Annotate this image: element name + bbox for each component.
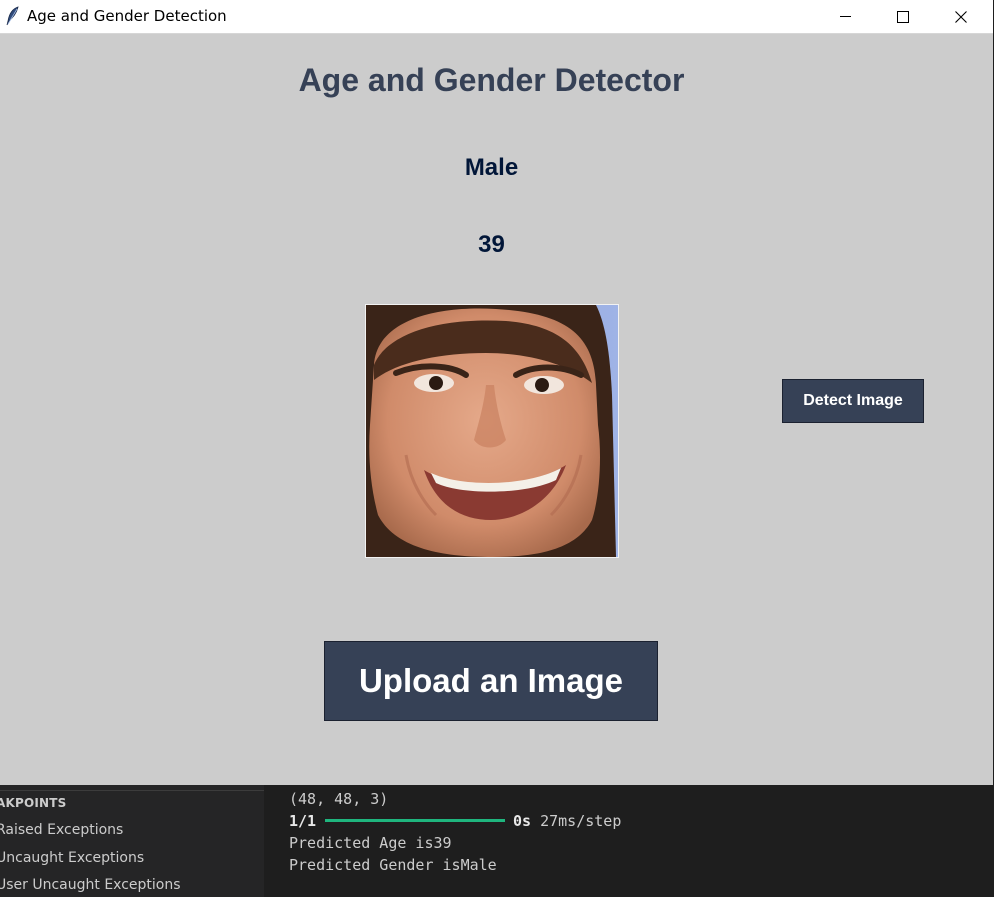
terminal-time: 0s xyxy=(513,812,532,830)
terminal-age-line: Predicted Age is39 xyxy=(289,834,452,852)
terminal-gender-line: Predicted Gender isMale xyxy=(289,856,497,874)
terminal-timing: 0s 27ms/step xyxy=(513,812,621,830)
minimize-icon xyxy=(839,16,851,17)
app-window: Age and Gender Detection Age and Gender … xyxy=(0,0,993,785)
terminal-output: (48, 48, 3) 1/1 0s 27ms/step Predicted A… xyxy=(264,785,994,897)
panel-divider xyxy=(0,790,264,791)
detect-image-button[interactable]: Detect Image xyxy=(782,379,924,423)
upload-image-button[interactable]: Upload an Image xyxy=(324,641,658,721)
window-title: Age and Gender Detection xyxy=(27,7,227,25)
maximize-button[interactable] xyxy=(874,0,932,33)
progress-bar xyxy=(325,819,505,822)
breakpoint-user-uncaught-exceptions[interactable]: User Uncaught Exceptions xyxy=(0,877,181,893)
age-result: 39 xyxy=(478,231,505,258)
page-title: Age and Gender Detector xyxy=(298,62,685,98)
terminal-step: 1/1 xyxy=(289,812,317,830)
face-photo xyxy=(366,305,618,557)
close-icon xyxy=(955,10,967,23)
maximize-icon xyxy=(897,10,909,23)
feather-icon xyxy=(6,6,19,26)
close-button[interactable] xyxy=(932,0,990,33)
terminal-shape-line: (48, 48, 3) xyxy=(289,790,389,808)
breakpoint-raised-exceptions[interactable]: Raised Exceptions xyxy=(0,822,123,838)
gender-result: Male xyxy=(464,154,519,181)
uploaded-face-image xyxy=(365,304,619,558)
breakpoints-panel: AKPOINTS Raised Exceptions Uncaught Exce… xyxy=(0,785,264,897)
breakpoint-uncaught-exceptions[interactable]: Uncaught Exceptions xyxy=(0,850,144,866)
minimize-button[interactable] xyxy=(816,0,874,33)
title-bar: Age and Gender Detection xyxy=(0,0,993,34)
terminal-step-rate: 27ms/step xyxy=(540,812,622,830)
breakpoints-header: AKPOINTS xyxy=(0,796,67,810)
